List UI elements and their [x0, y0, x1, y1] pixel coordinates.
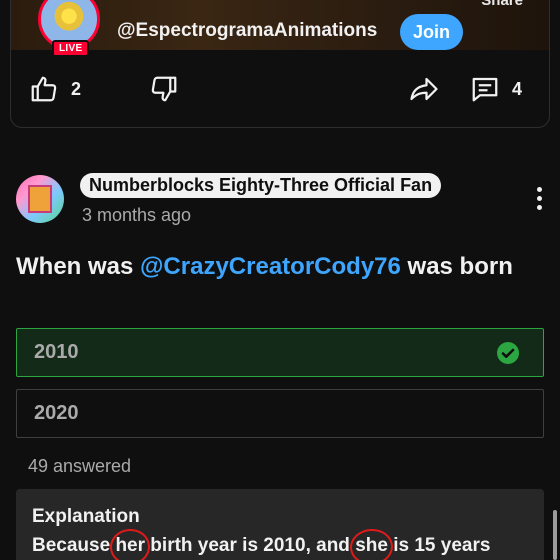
question-mention-link[interactable]: @CrazyCreatorCody76 [140, 253, 401, 280]
question-suffix: was born [400, 253, 513, 280]
question-prefix: When was [16, 253, 141, 280]
quiz-option[interactable]: 2020 [16, 389, 544, 438]
share-icon [410, 77, 438, 101]
join-button[interactable]: Join [400, 14, 463, 50]
like-button[interactable]: 2 [29, 74, 81, 104]
dislike-button[interactable] [149, 74, 179, 104]
scrollbar[interactable] [553, 510, 557, 560]
embedded-video-card[interactable]: Share LIVE @EspectrogramaAnimations Join… [10, 0, 550, 128]
quiz-option-label: 2020 [34, 402, 79, 424]
thumbs-up-icon [31, 76, 57, 102]
quiz-option-correct[interactable]: 2010 [16, 328, 544, 377]
channel-handle[interactable]: @EspectrogramaAnimations [117, 20, 377, 42]
post-timestamp[interactable]: 3 months ago [82, 205, 191, 226]
author-name-badge[interactable]: Numberblocks Eighty-Three Official Fan [80, 173, 442, 198]
explanation-part: Because [32, 535, 116, 556]
channel-avatar[interactable]: LIVE [38, 0, 104, 57]
like-count: 2 [71, 78, 82, 99]
thumbs-down-icon [151, 76, 177, 102]
quiz-option-label: 2010 [34, 341, 79, 363]
circled-word: her [115, 535, 146, 556]
comment-count: 4 [512, 78, 523, 99]
explanation-text: Because her birth year is 2010, and she … [32, 535, 532, 557]
share-label-top[interactable]: Share [481, 0, 523, 9]
community-post-page: Share LIVE @EspectrogramaAnimations Join… [0, 0, 560, 560]
comments-icon [472, 77, 498, 102]
explanation-part: is 15 years [387, 535, 491, 556]
quiz-question: When was @CrazyCreatorCody76 was born [16, 251, 516, 282]
explanation-panel: Explanation Because her birth year is 20… [16, 489, 544, 560]
author-avatar[interactable] [16, 175, 64, 223]
circled-word: she [355, 535, 388, 556]
checkmark-icon [497, 342, 519, 364]
share-button[interactable] [409, 74, 439, 104]
author-avatar-image [28, 185, 52, 213]
answered-count: 49 answered [28, 456, 132, 476]
explanation-part: birth year is 2010, and [145, 535, 356, 556]
action-bar: 2 4 [11, 50, 549, 127]
more-vert-icon[interactable] [534, 187, 544, 213]
explanation-title: Explanation [32, 506, 140, 527]
comments-button[interactable]: 4 [470, 74, 522, 104]
